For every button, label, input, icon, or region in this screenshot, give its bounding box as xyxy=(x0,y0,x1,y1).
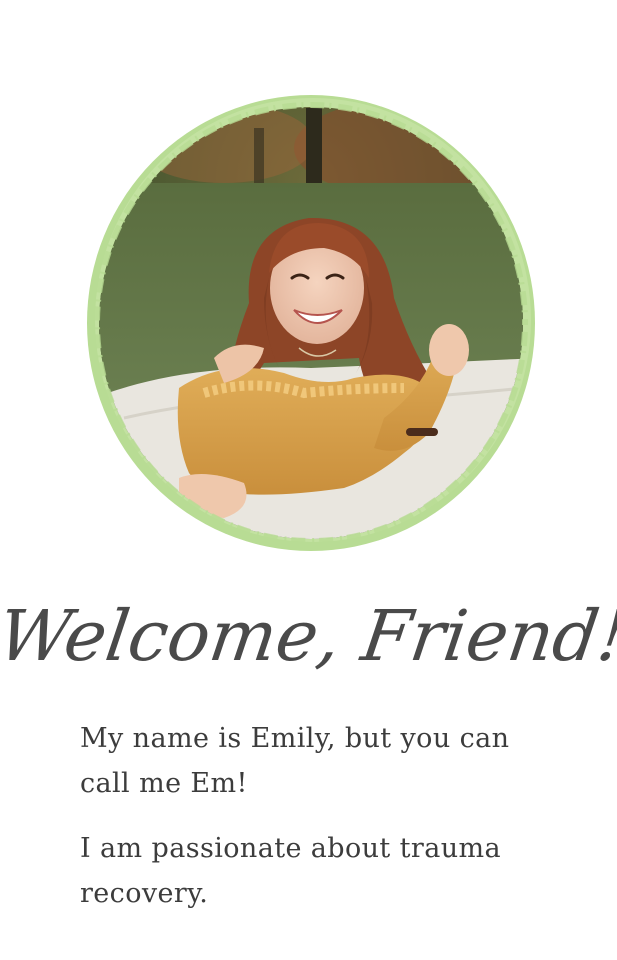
welcome-heading-text: Welcome, Friend! xyxy=(0,595,617,677)
intro-text: My name is Emily, but you can call me Em… xyxy=(80,716,550,916)
profile-portrait xyxy=(84,88,538,558)
intro-paragraph-passion: I am passionate about trauma recovery. xyxy=(80,833,502,909)
intro-paragraph-name: My name is Emily, but you can call me Em… xyxy=(80,723,510,799)
welcome-heading: Welcome, Friend! xyxy=(0,555,617,705)
portrait-illustration xyxy=(87,95,535,551)
